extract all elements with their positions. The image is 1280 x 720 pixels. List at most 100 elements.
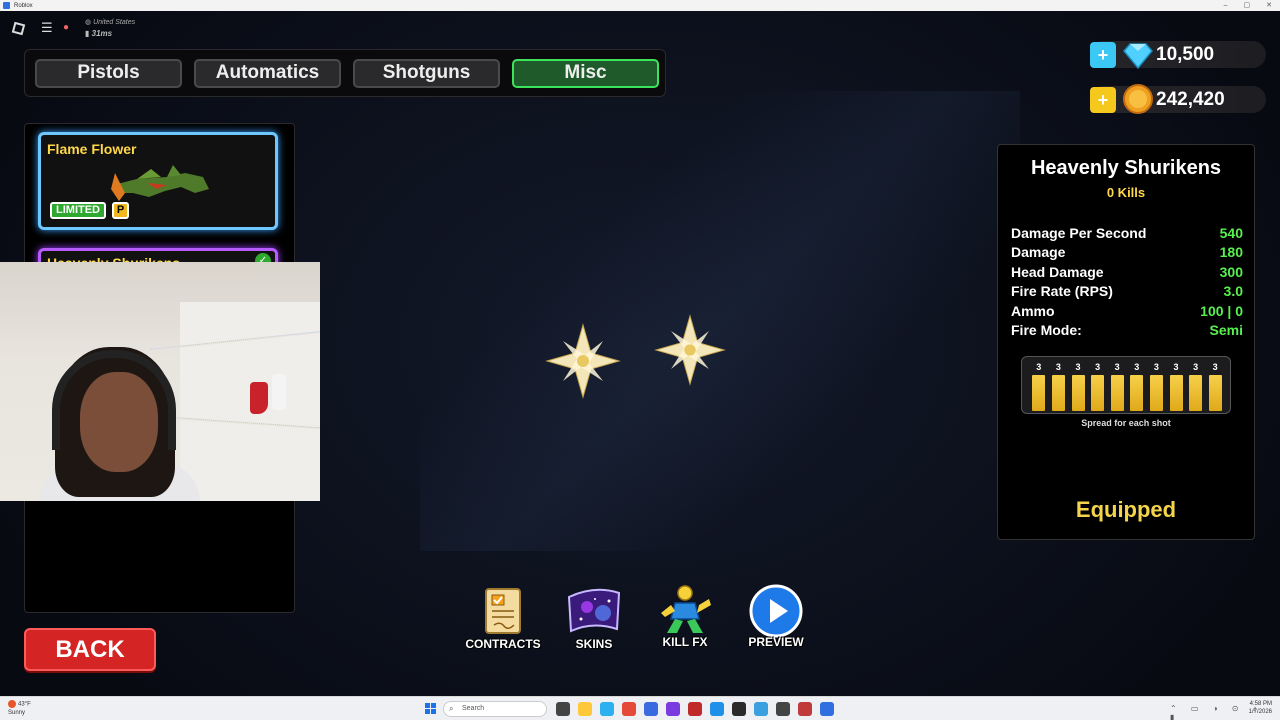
weather-icon xyxy=(8,700,16,708)
gems-counter: + 10,500 xyxy=(1090,41,1266,70)
spread-bar xyxy=(1169,375,1183,411)
edge-icon[interactable] xyxy=(600,702,614,716)
app-icon[interactable] xyxy=(754,702,768,716)
weather-desc: Sunny xyxy=(8,709,26,716)
windows-taskbar: 43°F Sunny ⌕ Search ⌃ ▭ ◑ ⊙ ♪ ▮ 4:58 PM … xyxy=(0,696,1280,720)
flame-flower-gun-icon xyxy=(111,165,209,201)
limited-badge: LIMITED xyxy=(50,202,106,219)
tab-automatics[interactable]: Automatics xyxy=(194,58,341,88)
stat-row: Damage 180 xyxy=(1011,244,1243,260)
weather-widget[interactable]: 43°F Sunny xyxy=(8,700,31,717)
steam-icon[interactable] xyxy=(732,702,746,716)
spread-value: 3 xyxy=(1193,362,1199,372)
spread-bar xyxy=(1091,375,1105,411)
stat-row: Fire Mode: Semi xyxy=(1011,322,1243,338)
preview-button[interactable]: PREVIEW xyxy=(731,583,821,649)
task-view-icon[interactable] xyxy=(556,702,570,716)
shuriken-left-icon xyxy=(545,323,621,399)
tab-pistols[interactable]: Pistols xyxy=(35,58,182,88)
item-name: Flame Flower xyxy=(47,141,137,157)
buy-gems-button[interactable]: + xyxy=(1090,42,1116,68)
spread-bar xyxy=(1189,375,1203,411)
stat-value: 3.0 xyxy=(1223,283,1243,299)
stat-label: Fire Rate (RPS) xyxy=(1011,283,1113,299)
taskbar-search-input[interactable]: ⌕ Search xyxy=(443,701,547,717)
clock[interactable]: 4:58 PM 1/7/2026 xyxy=(1249,700,1272,716)
stat-value: 300 xyxy=(1219,264,1243,280)
spread-value: 3 xyxy=(1134,362,1140,372)
pinned-apps xyxy=(556,702,834,716)
minimize-button[interactable]: – xyxy=(1224,0,1228,11)
file-explorer-icon[interactable] xyxy=(578,702,592,716)
stat-value: 180 xyxy=(1219,244,1243,260)
menu-icon[interactable]: ☰ xyxy=(41,21,53,34)
preview-label: PREVIEW xyxy=(748,635,804,649)
stat-row: Fire Rate (RPS) 3.0 xyxy=(1011,283,1243,299)
game-viewport: ☰ ● ◍ United States ▮ 31ms Pistols Autom… xyxy=(0,11,1280,696)
shuriken-right-icon xyxy=(654,314,726,386)
clock-date: 1/7/2026 xyxy=(1248,709,1272,715)
webcam-overlay xyxy=(0,262,320,501)
windows-start-icon[interactable] xyxy=(425,703,436,714)
contracts-label: CONTRACTS xyxy=(465,637,541,651)
stat-value: Semi xyxy=(1209,322,1243,338)
roblox-taskbar-icon[interactable] xyxy=(820,702,834,716)
weapon-stats-panel: Heavenly Shurikens 0 Kills Damage Per Se… xyxy=(997,144,1255,540)
spread-value: 3 xyxy=(1114,362,1120,372)
search-icon: ⌕ xyxy=(449,704,454,713)
region-label: United States xyxy=(93,19,136,26)
window-controls: – ▢ ✕ xyxy=(1224,0,1272,11)
weather-temp: 43°F xyxy=(18,701,31,708)
tab-shotguns[interactable]: Shotguns xyxy=(353,58,500,88)
premium-badge: P xyxy=(112,202,129,219)
app-icon[interactable] xyxy=(666,702,680,716)
item-card-flame-flower[interactable]: Flame Flower LIMITED P xyxy=(38,132,278,230)
kill-fx-button[interactable]: KILL FX xyxy=(640,583,730,649)
search-placeholder: Search xyxy=(462,705,485,712)
network-info: ◍ United States ▮ 31ms xyxy=(85,17,135,39)
stat-row: Ammo 100 | 0 xyxy=(1011,303,1243,319)
tab-misc[interactable]: Misc xyxy=(512,58,659,88)
clock-time: 4:58 PM xyxy=(1249,701,1272,707)
spread-bar xyxy=(1110,375,1124,411)
chrome-icon[interactable] xyxy=(622,702,636,716)
app-icon[interactable] xyxy=(710,702,724,716)
roblox-logo-icon[interactable] xyxy=(11,21,26,36)
spread-bar xyxy=(1130,375,1144,411)
roblox-app-icon xyxy=(3,2,10,9)
chat-icon[interactable]: ● xyxy=(63,22,69,33)
globe-icon: ◍ xyxy=(85,19,94,26)
app-icon[interactable] xyxy=(776,702,790,716)
stat-label: Head Damage xyxy=(1011,264,1104,280)
spread-value: 3 xyxy=(1212,362,1218,372)
skins-button[interactable]: SKINS xyxy=(549,585,639,651)
equipped-status[interactable]: Equipped xyxy=(998,497,1254,523)
store-icon[interactable] xyxy=(644,702,658,716)
maximize-button[interactable]: ▢ xyxy=(1244,0,1251,11)
stat-row: Head Damage 300 xyxy=(1011,264,1243,280)
contracts-button[interactable]: CONTRACTS xyxy=(458,585,548,651)
spread-value: 3 xyxy=(1036,362,1042,372)
kill-count: 0 Kills xyxy=(1106,185,1146,200)
contract-icon xyxy=(485,588,521,634)
spread-value: 3 xyxy=(1095,362,1101,372)
gems-value: 10,500 xyxy=(1156,44,1215,65)
skins-label: SKINS xyxy=(575,637,613,651)
spread-chart: 3 3 3 3 3 3 3 3 3 3 xyxy=(1021,356,1231,414)
coins-counter: + 242,420 xyxy=(1090,84,1266,114)
spread-label: Spread for each shot xyxy=(1081,418,1171,428)
spread-value: 3 xyxy=(1075,362,1081,372)
buy-coins-button[interactable]: + xyxy=(1090,87,1116,113)
signal-icon: ▮ xyxy=(85,29,92,38)
window-title: Roblox xyxy=(14,2,33,9)
weapon-name: Heavenly Shurikens xyxy=(1030,157,1222,179)
close-button[interactable]: ✕ xyxy=(1266,0,1272,11)
stat-label: Damage xyxy=(1011,244,1066,260)
kill-fx-label: KILL FX xyxy=(662,635,708,649)
app-icon[interactable] xyxy=(688,702,702,716)
back-button[interactable]: BACK xyxy=(24,628,156,671)
stat-label: Fire Mode: xyxy=(1011,322,1082,338)
app-icon[interactable] xyxy=(798,702,812,716)
spread-bar xyxy=(1051,375,1065,411)
coin-icon xyxy=(1123,84,1153,114)
